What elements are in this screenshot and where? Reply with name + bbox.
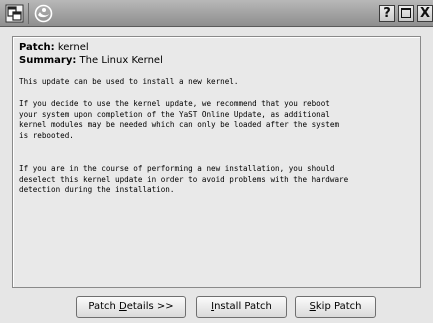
- yast-logo-icon: [34, 4, 53, 23]
- description-paragraph-1: This update can be used to install a new…: [19, 77, 239, 86]
- patch-label: Patch:: [19, 42, 55, 53]
- patch-summary-line: Summary: The Linux Kernel: [19, 55, 163, 66]
- title-bar: ? X: [0, 0, 433, 27]
- maximize-icon: [401, 8, 411, 18]
- install-patch-button[interactable]: Install Patch: [196, 296, 287, 318]
- install-patch-label: Install Patch: [211, 301, 272, 312]
- patch-details-button[interactable]: Patch Details >>: [76, 296, 186, 318]
- summary-label: Summary:: [19, 55, 77, 66]
- skip-patch-label: Skip Patch: [309, 301, 362, 312]
- skip-patch-button[interactable]: Skip Patch: [295, 296, 376, 318]
- description-paragraph-3: If you are in the course of performing a…: [19, 164, 349, 194]
- close-icon: X: [419, 6, 431, 21]
- help-icon: ?: [383, 6, 391, 21]
- summary-value: The Linux Kernel: [79, 55, 163, 66]
- patch-details-label: Patch Details >>: [88, 301, 174, 312]
- titlebar-separator: [28, 3, 29, 24]
- patch-name-value: kernel: [57, 42, 89, 53]
- patch-description-panel: Patch: kernel Summary: The Linux Kernel …: [12, 36, 421, 288]
- window-menu-icon[interactable]: [5, 4, 24, 23]
- patch-name-line: Patch: kernel: [19, 42, 89, 53]
- maximize-button[interactable]: [398, 5, 414, 22]
- close-button[interactable]: X: [417, 5, 433, 22]
- description-paragraph-2: If you decide to use the kernel update, …: [19, 99, 340, 140]
- help-button[interactable]: ?: [379, 5, 395, 22]
